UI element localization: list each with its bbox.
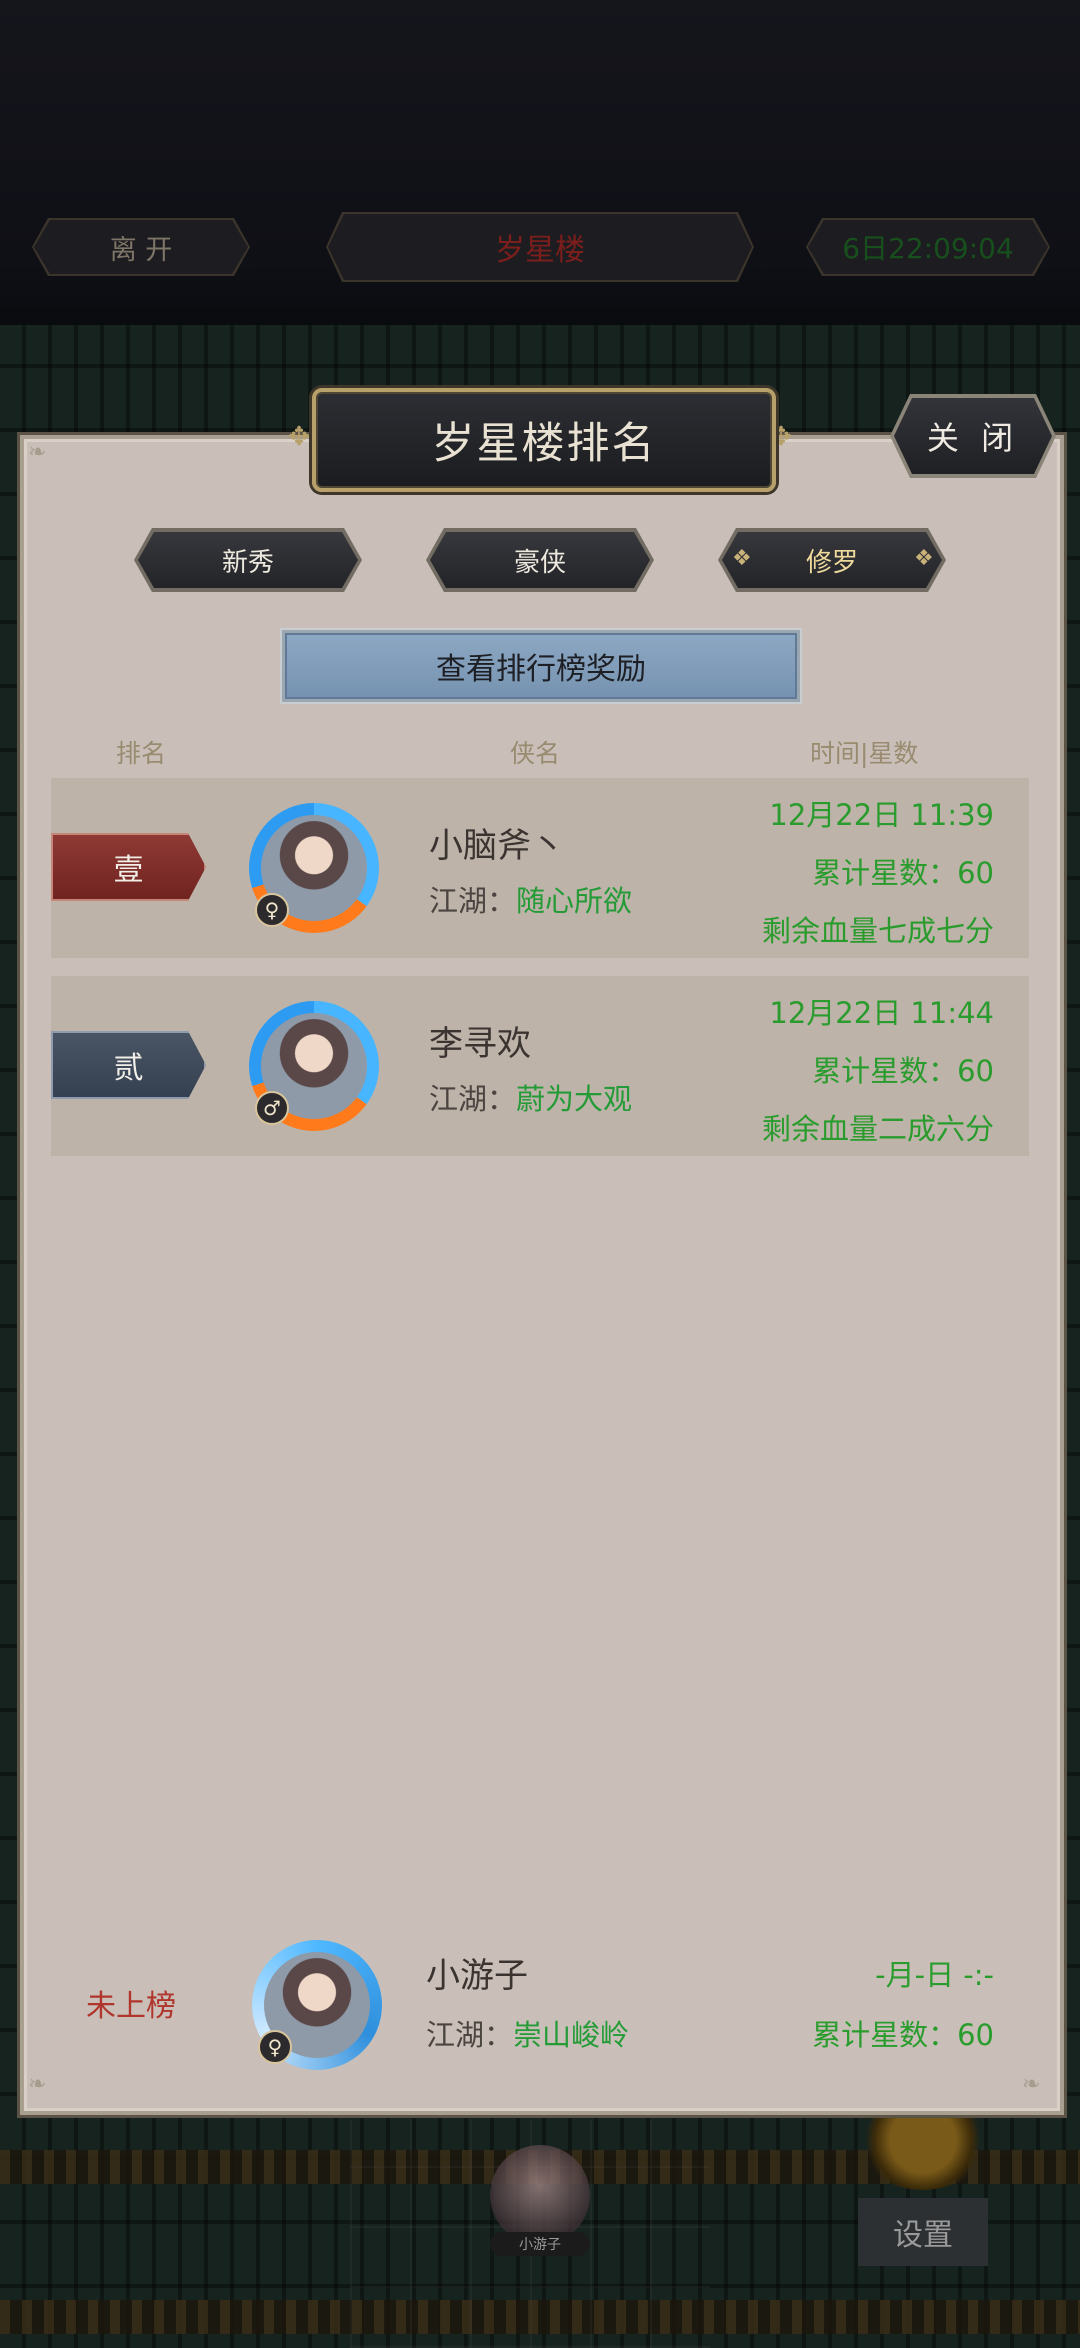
column-rank: 排名 [116, 739, 167, 768]
column-time-stars: 时间|星数 [810, 739, 919, 768]
ranking-row[interactable]: 壹 ♀ 小脑斧丶 江湖：随心所欲 12月22日 11:39 累计星数：60 剩余… [51, 778, 1029, 958]
tab-gem-icon: ❖ [732, 546, 752, 571]
leave-button[interactable]: 离 开 [34, 220, 248, 274]
jianghu-value: 蔚为大观 [516, 1082, 633, 1116]
jianghu-label: 江湖： [429, 1082, 517, 1116]
self-player-name: 小游子 [426, 1956, 528, 1996]
tab-hero[interactable]: 豪侠 [430, 532, 650, 588]
player-avatar-name: 小游子 [490, 2232, 590, 2256]
male-gender-icon: ♂ [255, 1091, 289, 1125]
panel-title: 岁星楼排名 [312, 388, 776, 492]
corner-ornament-icon: ❧ [1022, 2072, 1041, 2097]
countdown-timer: 6日22:09:04 [808, 220, 1048, 274]
jianghu-info: 江湖：蔚为大观 [429, 1076, 632, 1118]
self-avatar-icon[interactable]: ♀ [252, 1940, 382, 2070]
settings-button[interactable]: 设置 [858, 2198, 988, 2266]
location-title: 岁星楼 [328, 214, 752, 280]
record-time: 12月22日 11:44 [769, 996, 994, 1030]
female-gender-icon: ♀ [255, 893, 289, 927]
ranking-row[interactable]: 贰 ♂ 李寻欢 江湖：蔚为大观 12月22日 11:44 累计星数：60 剩余血… [51, 976, 1029, 1156]
self-star-count: 累计星数：60 [812, 2018, 994, 2052]
player-avatar-icon[interactable]: ♀ [249, 803, 379, 933]
view-rewards-button[interactable]: 查看排行榜奖励 [282, 630, 800, 702]
tab-asura[interactable]: 修罗 [722, 532, 942, 588]
jianghu-label: 江湖： [429, 884, 517, 918]
jianghu-info: 江湖：随心所欲 [429, 878, 632, 920]
star-count: 累计星数：60 [812, 1054, 994, 1088]
player-name: 李寻欢 [429, 1024, 531, 1064]
self-record-time: -月-日 -:- [875, 1958, 994, 1992]
player-avatar-icon[interactable] [490, 2145, 590, 2245]
close-button[interactable]: 关 闭 [894, 398, 1052, 474]
player-name: 小脑斧丶 [429, 826, 565, 866]
rank-badge: 壹 [51, 833, 206, 901]
remaining-hp: 剩余血量七成七分 [761, 914, 994, 948]
record-time: 12月22日 11:39 [769, 798, 994, 832]
jianghu-label: 江湖： [426, 2018, 514, 2052]
self-rank-status: 未上榜 [86, 1989, 176, 2024]
title-ornament-icon: ✥ [288, 422, 310, 452]
jianghu-value: 随心所欲 [516, 884, 633, 918]
player-avatar-icon[interactable]: ♂ [249, 1001, 379, 1131]
tab-gem-icon: ❖ [914, 546, 934, 571]
remaining-hp: 剩余血量二成六分 [761, 1112, 994, 1146]
jianghu-value: 崇山峻岭 [513, 2018, 630, 2052]
star-count: 累计星数：60 [812, 856, 994, 890]
tab-newcomer[interactable]: 新秀 [138, 532, 358, 588]
column-name: 侠名 [510, 739, 561, 768]
self-jianghu-info: 江湖：崇山峻岭 [426, 2012, 629, 2054]
rank-badge: 贰 [51, 1031, 206, 1099]
corner-ornament-icon: ❧ [28, 2072, 47, 2097]
corner-ornament-icon: ❧ [28, 440, 47, 465]
female-gender-icon: ♀ [258, 2030, 292, 2064]
